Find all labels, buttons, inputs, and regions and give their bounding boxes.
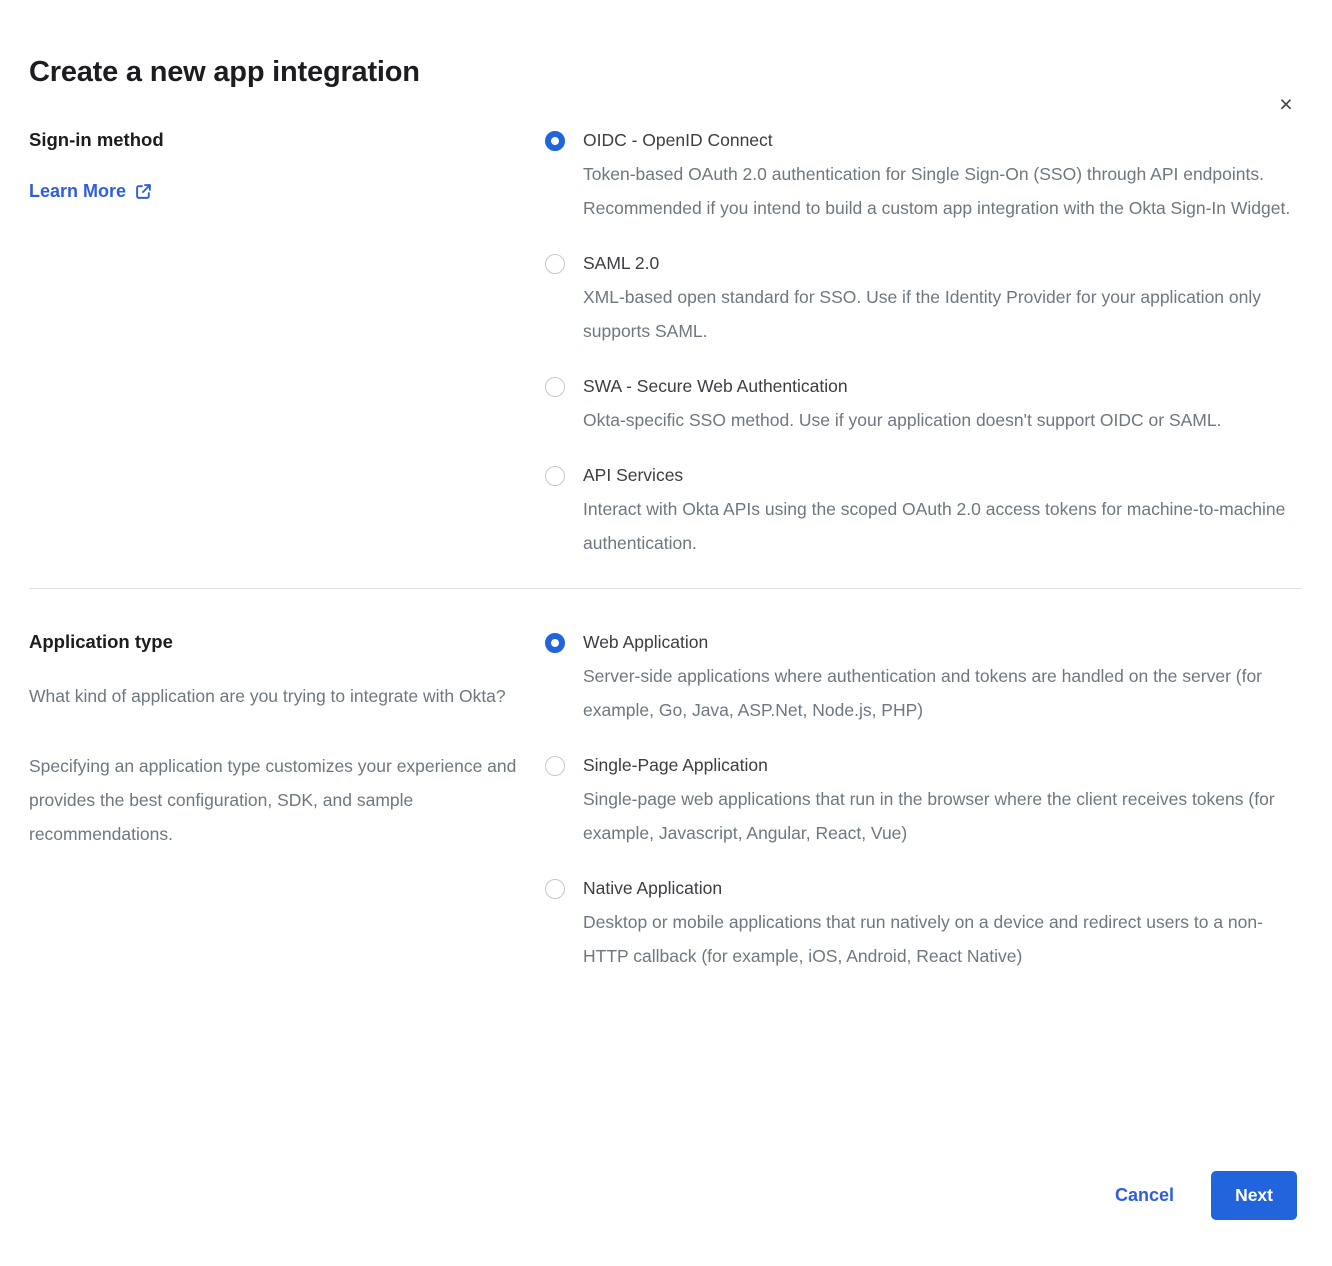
apptype-option-spa[interactable]: Single-Page Application Single-page web … [545, 754, 1297, 850]
signin-option-description: Interact with Okta APIs using the scoped… [583, 492, 1297, 560]
signin-option-api-services[interactable]: API Services Interact with Okta APIs usi… [545, 464, 1297, 560]
external-link-icon [135, 183, 152, 200]
radio-native-application-icon[interactable] [545, 879, 565, 899]
radio-api-services-icon[interactable] [545, 466, 565, 486]
radio-single-page-application-icon[interactable] [545, 756, 565, 776]
application-type-explainer: Specifying an application type customize… [29, 749, 521, 851]
signin-option-label: SAML 2.0 [583, 252, 1297, 274]
apptype-option-label: Native Application [583, 877, 1297, 899]
signin-option-description: Okta-specific SSO method. Use if your ap… [583, 403, 1221, 437]
cancel-button[interactable]: Cancel [1115, 1185, 1174, 1206]
application-type-question: What kind of application are you trying … [29, 679, 521, 713]
signin-option-label: API Services [583, 464, 1297, 486]
apptype-option-label: Single-Page Application [583, 754, 1297, 776]
next-button[interactable]: Next [1211, 1171, 1297, 1220]
signin-option-oidc[interactable]: OIDC - OpenID Connect Token-based OAuth … [545, 129, 1297, 225]
radio-saml-icon[interactable] [545, 254, 565, 274]
radio-web-application-icon[interactable] [545, 633, 565, 653]
dialog-footer: Cancel Next [1115, 1171, 1297, 1220]
section-divider [29, 588, 1302, 589]
signin-option-label: OIDC - OpenID Connect [583, 129, 1297, 151]
signin-option-description: XML-based open standard for SSO. Use if … [583, 280, 1297, 348]
signin-option-saml[interactable]: SAML 2.0 XML-based open standard for SSO… [545, 252, 1297, 348]
application-type-label: Application type [29, 631, 545, 653]
apptype-option-description: Single-page web applications that run in… [583, 782, 1297, 850]
signin-option-description: Token-based OAuth 2.0 authentication for… [583, 157, 1297, 225]
apptype-option-web[interactable]: Web Application Server-side applications… [545, 631, 1297, 727]
learn-more-link[interactable]: Learn More [29, 181, 152, 202]
learn-more-label: Learn More [29, 181, 126, 202]
application-type-section: Application type What kind of applicatio… [0, 631, 1332, 973]
signin-option-swa[interactable]: SWA - Secure Web Authentication Okta-spe… [545, 375, 1297, 437]
signin-method-label: Sign-in method [29, 129, 545, 151]
radio-swa-icon[interactable] [545, 377, 565, 397]
signin-option-label: SWA - Secure Web Authentication [583, 375, 1221, 397]
create-app-integration-dialog: × Create a new app integration Sign-in m… [0, 56, 1332, 1266]
radio-oidc-icon[interactable] [545, 131, 565, 151]
apptype-option-description: Desktop or mobile applications that run … [583, 905, 1297, 973]
page-title: Create a new app integration [29, 56, 1332, 89]
apptype-option-description: Server-side applications where authentic… [583, 659, 1297, 727]
apptype-option-label: Web Application [583, 631, 1297, 653]
signin-method-section: Sign-in method Learn More OIDC - OpenID … [0, 129, 1332, 560]
apptype-option-native[interactable]: Native Application Desktop or mobile app… [545, 877, 1297, 973]
close-icon[interactable]: × [1272, 90, 1300, 118]
